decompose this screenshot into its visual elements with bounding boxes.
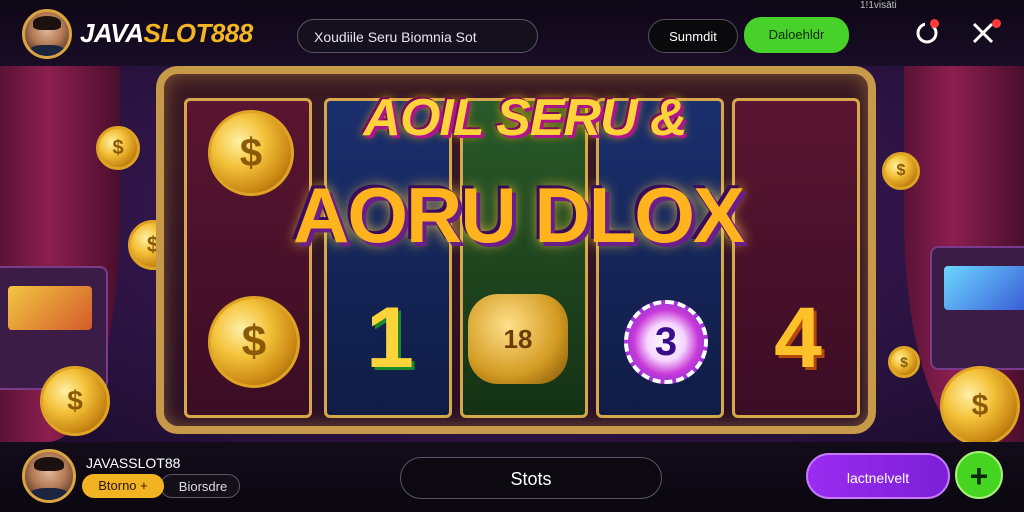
slots-button[interactable]: Stots bbox=[400, 457, 662, 499]
promo-headline-main: AORU DLOX bbox=[293, 171, 745, 259]
avatar[interactable] bbox=[22, 9, 72, 59]
coin-decoration: $ bbox=[40, 366, 110, 436]
coin-decoration: $ bbox=[940, 366, 1020, 442]
brand-logo[interactable]: JAVASLOT888 bbox=[80, 18, 253, 49]
download-button[interactable]: Daloehldr bbox=[744, 17, 849, 53]
search-input[interactable]: Xoudiile Seru Biomnia Sot bbox=[297, 19, 538, 53]
promo-headline-top: AOIL SERU & bbox=[363, 89, 687, 147]
top-bar: JAVASLOT888 Xoudiile Seru Biomnia Sot Su… bbox=[0, 0, 1024, 66]
username-label: JAVASSLOT88 bbox=[86, 455, 181, 471]
plus-button[interactable]: + bbox=[955, 451, 1003, 499]
symbol-number-four: 4 bbox=[774, 290, 822, 386]
user-avatar[interactable] bbox=[22, 449, 76, 503]
bonus-pill[interactable]: Btorno + bbox=[82, 474, 164, 498]
symbol-coin: $ bbox=[208, 296, 300, 388]
arcade-cabinet-right bbox=[930, 246, 1024, 370]
status-text: 1!1visāti bbox=[860, 0, 897, 11]
coin-decoration: $ bbox=[882, 152, 920, 190]
coin-decoration: $ bbox=[96, 126, 140, 170]
symbol-robot: 18 bbox=[468, 294, 568, 384]
secondary-pill[interactable]: Biorsdre bbox=[160, 474, 240, 498]
submit-button[interactable]: Sunmdit bbox=[648, 19, 738, 53]
symbol-chip: 3 bbox=[624, 300, 708, 384]
coin-decoration: $ bbox=[888, 346, 920, 378]
action-button[interactable]: lactnelvelt bbox=[806, 453, 950, 499]
symbol-number-one: 1 bbox=[366, 290, 414, 386]
promo-banner[interactable]: $ $ $ $ $ $ $ $ 1 18 3 4 AOIL SERU & AOR… bbox=[0, 66, 1024, 442]
